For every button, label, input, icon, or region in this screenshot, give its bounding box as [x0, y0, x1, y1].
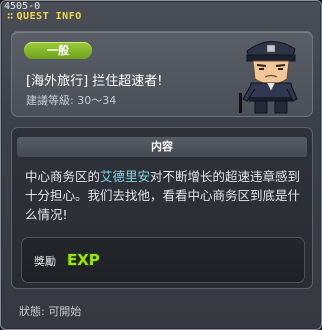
- exp-icon-text: EXP: [67, 251, 100, 269]
- quest-info-window: 4505-0 ∷ QUEST INFO 一般 [海外旅行] 拦住超速者! 建議等級…: [0, 0, 322, 330]
- title-dots-icon: ∷: [7, 11, 14, 22]
- window-title: ∷ QUEST INFO: [7, 11, 82, 22]
- quest-status: 狀態: 可開始: [19, 305, 82, 318]
- reward-label: 獎勵: [34, 255, 56, 268]
- desc-part-1: 中心商务区的: [25, 169, 101, 184]
- window-title-text: QUEST INFO: [16, 11, 82, 22]
- quest-recommended-level: 建議等級: 30〜34: [26, 94, 117, 107]
- npc-police-portrait: [239, 41, 298, 114]
- exp-icon: EXP: [66, 250, 100, 269]
- quest-type-tag: 一般: [24, 42, 92, 59]
- quest-name: [海外旅行] 拦住超速者!: [26, 74, 163, 89]
- npc-name-link[interactable]: 艾德里安: [100, 169, 150, 184]
- reward-box: 獎勵 EXP: [21, 237, 305, 283]
- content-header: 内容: [17, 137, 307, 157]
- quest-description: 中心商务区的艾德里安对不断增长的超速违章感到十分担心。我们去找他，看看中心商务区…: [25, 167, 301, 224]
